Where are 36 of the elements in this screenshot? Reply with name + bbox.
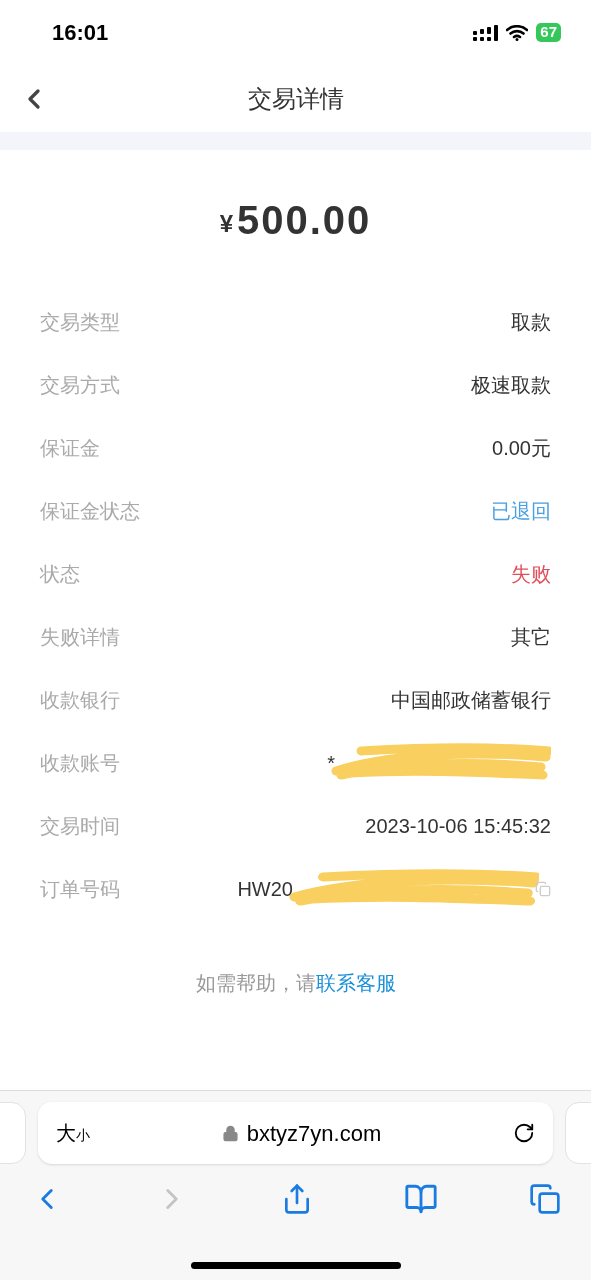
field-value: 已退回 [491,498,551,524]
contact-support-link[interactable]: 联系客服 [315,972,396,994]
tabs-icon[interactable] [529,1183,561,1215]
status-time: 16:01 [52,19,109,47]
field-value: * [327,750,335,776]
field-value: 其它 [511,624,551,650]
page-title: 交易详情 [247,83,344,114]
lock-icon [221,1124,239,1142]
field-label: 保证金状态 [40,498,140,524]
field-value: 中国邮政储蓄银行 [391,687,551,713]
field-label: 状态 [40,561,80,587]
field-value: 取款 [511,309,551,335]
amount-value: 500.00 [237,197,372,244]
field-value: 失败 [511,561,551,587]
wifi-icon [506,24,529,41]
field-value: HW20 [237,876,293,902]
field-label: 交易类型 [40,309,120,335]
address-bar[interactable]: 大小 bxtyz7yn.com [38,1102,553,1164]
url-text: bxtyz7yn.com [246,1119,382,1148]
field-value: 0.00元 [492,435,551,461]
field-label: 交易方式 [40,372,120,398]
field-value: 极速取款 [471,372,551,398]
amount-currency: ¥ [219,209,233,239]
battery-indicator: 67 [536,23,561,42]
signal-icon [473,24,499,41]
help-text: 如需帮助，请联系客服 [195,971,396,996]
field-label: 失败详情 [40,624,120,650]
field-label: 收款账号 [40,750,120,776]
field-value: 2023-10-06 15:45:32 [365,813,551,839]
field-label: 交易时间 [40,813,120,839]
field-label: 收款银行 [40,687,120,713]
reload-icon[interactable] [513,1122,535,1144]
field-label: 保证金 [40,435,100,461]
bookmarks-icon[interactable] [403,1182,438,1216]
field-label: 订单号码 [40,876,120,902]
text-size-button[interactable]: 大小 [56,1118,90,1148]
